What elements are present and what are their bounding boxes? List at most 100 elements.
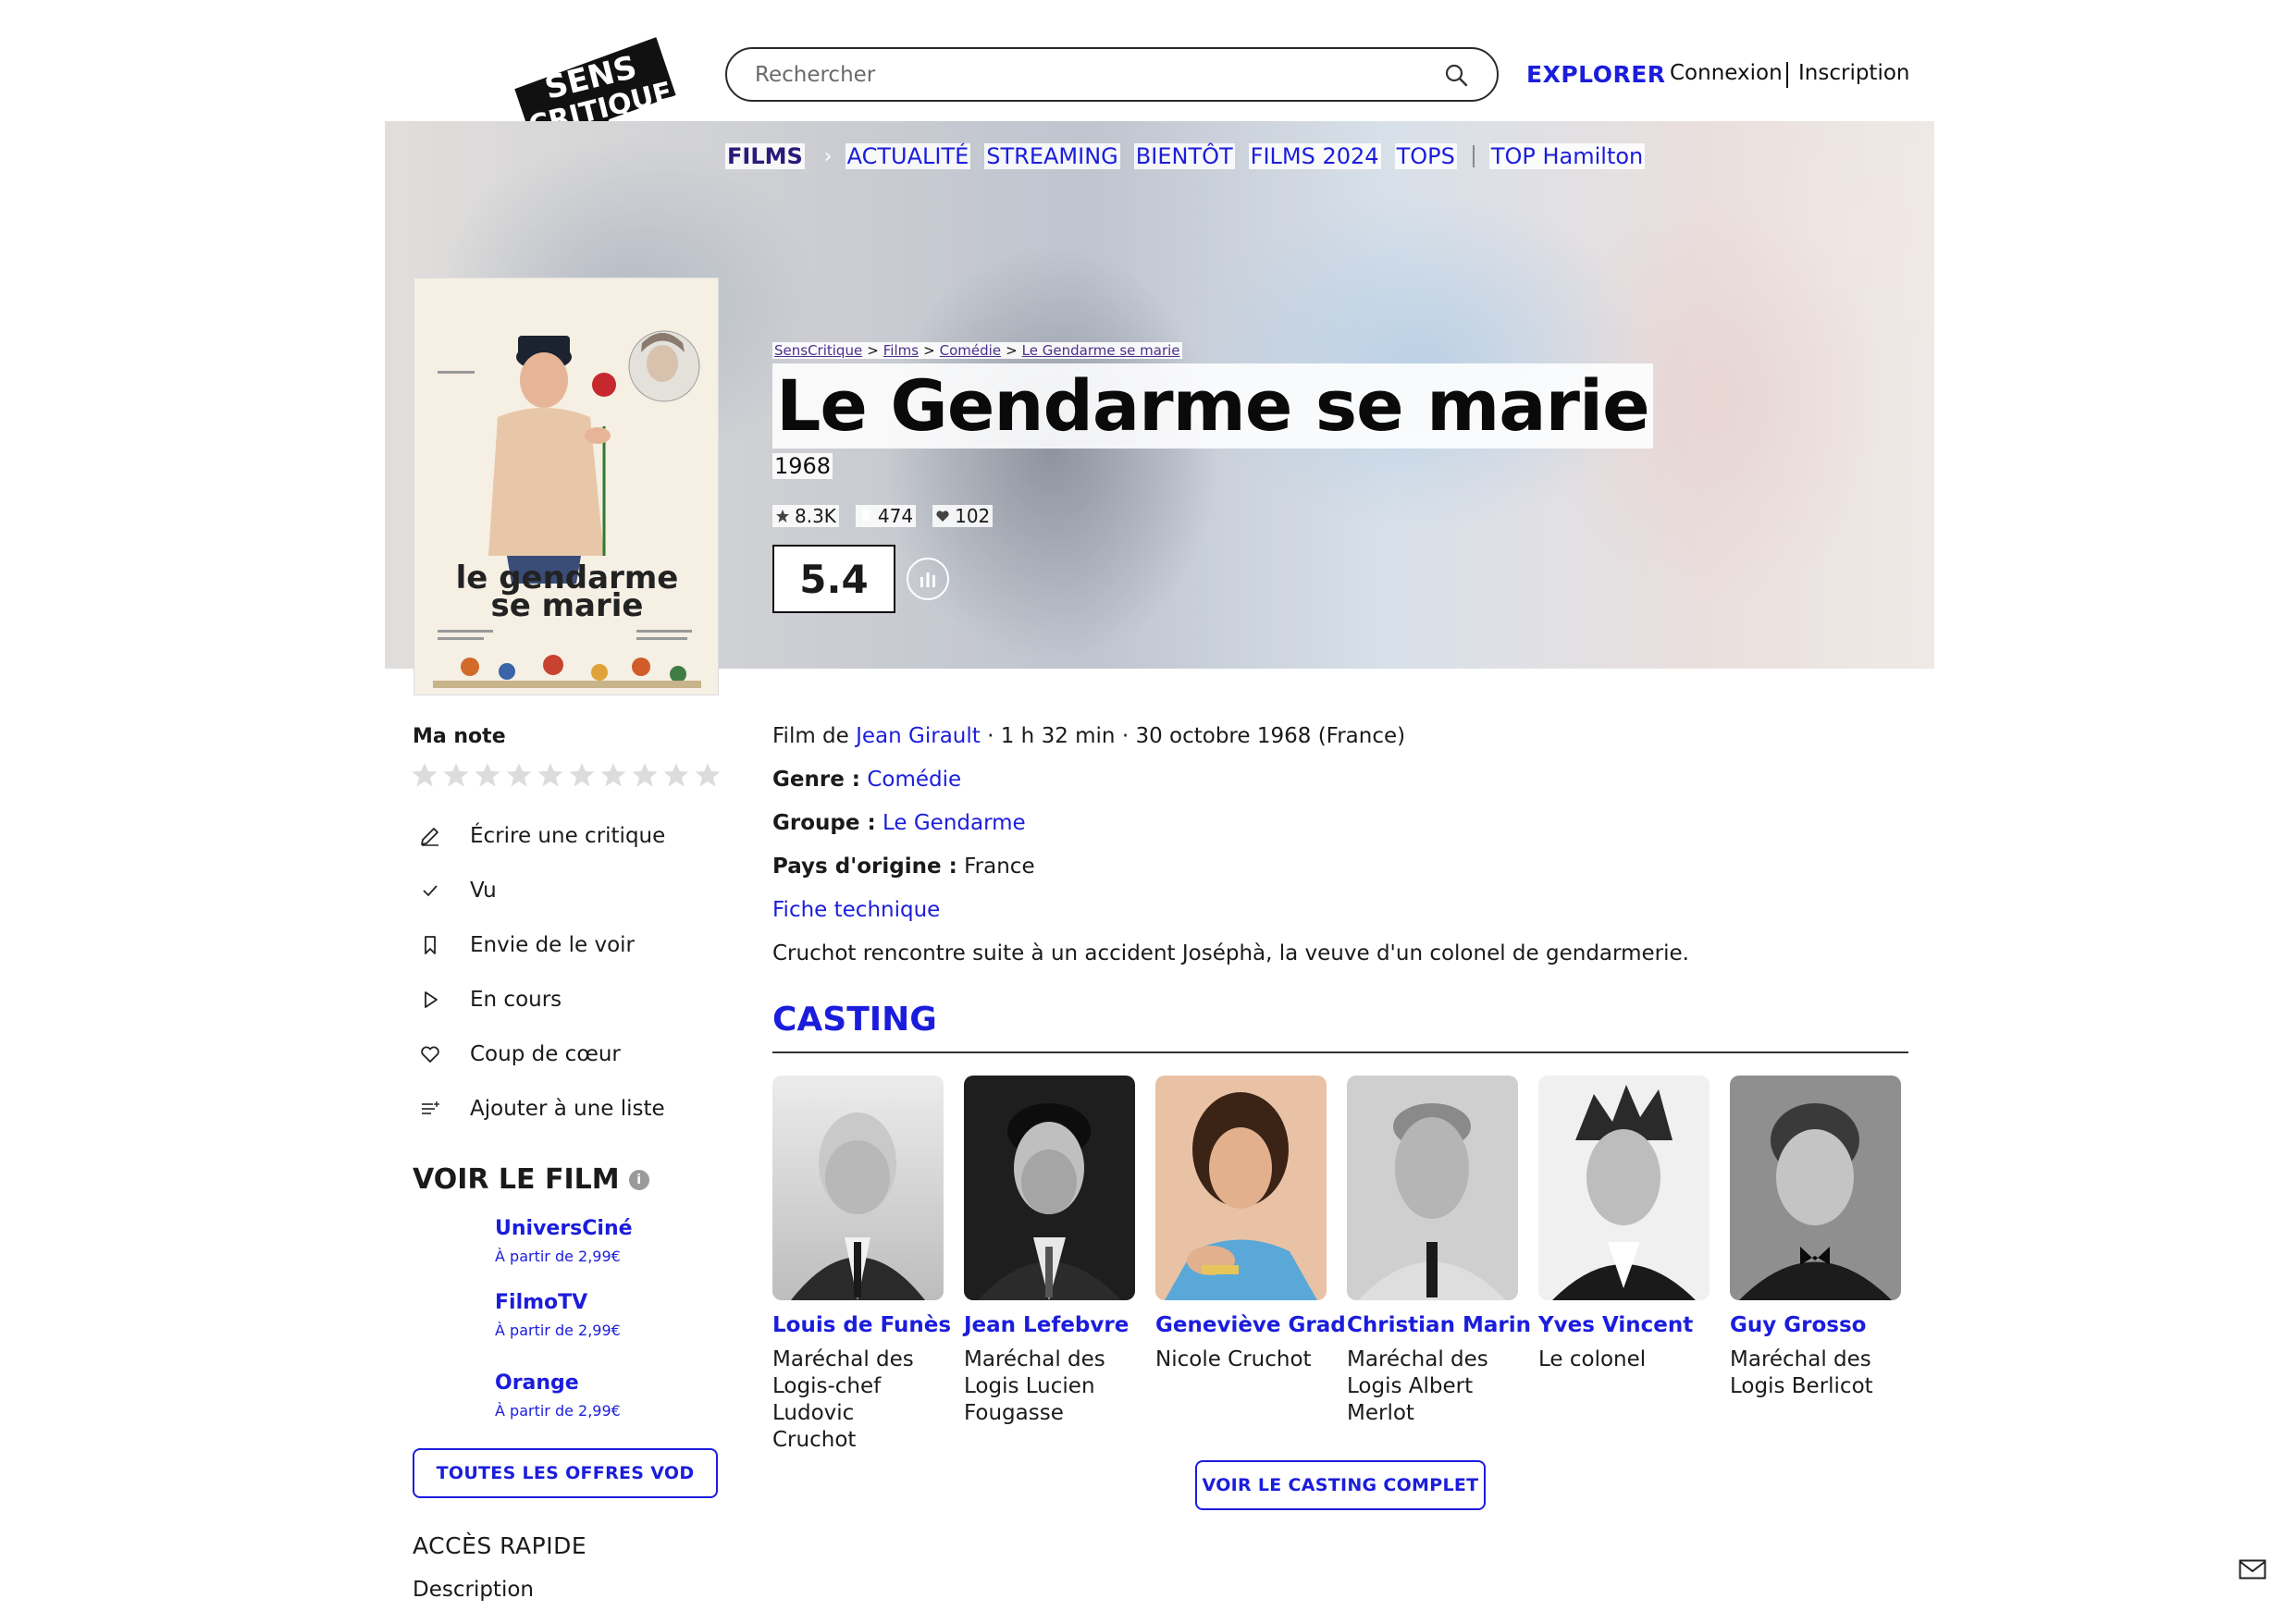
breadcrumb-senscritique[interactable]: SensCritique <box>772 342 865 359</box>
full-casting-button[interactable]: VOIR LE CASTING COMPLET <box>1195 1460 1486 1510</box>
genre-line: Genre : Comédie <box>772 768 961 792</box>
director-link[interactable]: Jean Girault <box>856 724 981 748</box>
rating-star-icon[interactable] <box>599 761 627 789</box>
stat-wishes: 474 <box>855 505 917 527</box>
connexion-link[interactable]: Connexion <box>1670 61 1783 85</box>
watch-film-heading: VOIR LE FILM i <box>413 1163 649 1196</box>
write-review-action[interactable]: Écrire une critique <box>418 824 665 848</box>
nav-bientot[interactable]: BIENTÔT <box>1133 143 1235 169</box>
nav-top-hamilton[interactable]: TOP Hamilton <box>1488 143 1646 169</box>
actor-role: Nicole Cruchot <box>1155 1347 1312 1371</box>
actor-card[interactable]: Louis de Funès Maréchal des Logis-chef L… <box>772 1076 951 1454</box>
breadcrumb-separator: > <box>920 342 938 359</box>
seen-action[interactable]: Vu <box>418 879 497 903</box>
rating-star-icon[interactable] <box>411 761 438 789</box>
actor-photo[interactable] <box>772 1076 944 1300</box>
mail-icon[interactable] <box>2239 1559 2266 1580</box>
search-input[interactable] <box>755 62 1443 87</box>
technical-sheet-link[interactable]: Fiche technique <box>772 898 940 922</box>
nav-streaming[interactable]: STREAMING <box>984 143 1120 169</box>
genre-label: Genre : <box>772 768 860 792</box>
actor-photo[interactable] <box>1347 1076 1518 1300</box>
actor-card[interactable]: Yves Vincent Le colonel <box>1538 1076 1710 1373</box>
film-de-label: Film de <box>772 724 849 748</box>
wishes-count: 474 <box>877 505 914 527</box>
breadcrumb-separator: > <box>1003 342 1020 359</box>
rating-star-icon[interactable] <box>694 761 722 789</box>
in-progress-label: En cours <box>470 988 562 1012</box>
country-label: Pays d'origine : <box>772 855 957 879</box>
nav-tops[interactable]: TOPS <box>1394 143 1457 169</box>
rating-star-icon[interactable] <box>505 761 533 789</box>
actor-photo[interactable] <box>1155 1076 1327 1300</box>
poster-title-line-2: se marie <box>491 587 644 624</box>
country-value: France <box>964 855 1035 879</box>
breadcrumb-films[interactable]: Films <box>881 342 921 359</box>
all-vod-offers-button[interactable]: TOUTES LES OFFRES VOD <box>413 1448 718 1498</box>
actor-role: Maréchal des Logis Albert Merlot <box>1347 1347 1488 1425</box>
rating-distribution-button[interactable] <box>907 558 949 600</box>
actor-photo[interactable] <box>1730 1076 1901 1300</box>
actor-card[interactable]: Jean Lefebvre Maréchal des Logis Lucien … <box>964 1076 1135 1427</box>
nav-divider <box>1472 145 1475 167</box>
pencil-icon <box>421 828 438 846</box>
breadcrumb-separator: > <box>864 342 882 359</box>
actor-name[interactable]: Geneviève Grad <box>1155 1313 1346 1337</box>
favorites-count: 102 <box>955 505 991 527</box>
actor-card[interactable]: Geneviève Grad Nicole Cruchot <box>1155 1076 1346 1373</box>
in-progress-action[interactable]: En cours <box>418 988 562 1012</box>
films-nav: FILMS › ACTUALITÉ STREAMING BIENTÔT FILM… <box>725 143 1659 169</box>
actor-name[interactable]: Christian Marin <box>1347 1313 1531 1337</box>
favorite-action[interactable]: Coup de cœur <box>418 1042 621 1066</box>
actor-card[interactable]: Guy Grosso Maréchal des Logis Berlicot <box>1730 1076 1901 1400</box>
nav-actualite[interactable]: ACTUALITÉ <box>845 143 971 169</box>
rating-star-icon[interactable] <box>631 761 659 789</box>
actor-role: Maréchal des Logis-chef Ludovic Cruchot <box>772 1347 914 1452</box>
quick-access-heading: ACCÈS RAPIDE <box>413 1532 587 1559</box>
rating-star-icon[interactable] <box>537 761 564 789</box>
casting-divider <box>772 1051 1908 1053</box>
country-line: Pays d'origine : France <box>772 855 1035 879</box>
vod-orange-price: À partir de 2,99€ <box>495 1402 621 1420</box>
search-bar[interactable] <box>725 47 1499 102</box>
bar-chart-icon <box>920 572 935 587</box>
rating-star-icon[interactable] <box>662 761 690 789</box>
nav-films-2024[interactable]: FILMS 2024 <box>1248 143 1381 169</box>
breadcrumb-current[interactable]: Le Gendarme se marie <box>1019 342 1182 359</box>
movie-stats: 8.3K 474 102 <box>772 505 994 527</box>
info-icon[interactable]: i <box>628 1169 649 1190</box>
vod-orange[interactable]: Orange <box>495 1371 579 1395</box>
rating-star-icon[interactable] <box>568 761 596 789</box>
movie-poster[interactable]: le gendarme se marie <box>414 277 719 695</box>
heart-icon <box>936 510 949 522</box>
breadcrumb-comedie[interactable]: Comédie <box>937 342 1004 359</box>
ratings-count: 8.3K <box>795 505 836 527</box>
actor-photo[interactable] <box>964 1076 1135 1300</box>
synopsis: Cruchot rencontre suite à un accident Jo… <box>772 941 1689 965</box>
explorer-link[interactable]: EXPLORER <box>1526 61 1666 88</box>
group-link[interactable]: Le Gendarme <box>883 811 1026 835</box>
actor-card[interactable]: Christian Marin Maréchal des Logis Alber… <box>1347 1076 1531 1427</box>
description-link[interactable]: Description <box>413 1578 534 1602</box>
add-to-list-action[interactable]: Ajouter à une liste <box>418 1097 665 1121</box>
nav-films[interactable]: FILMS <box>725 143 805 169</box>
search-icon[interactable] <box>1443 62 1469 88</box>
actor-name[interactable]: Yves Vincent <box>1538 1313 1710 1337</box>
rating-star-icon[interactable] <box>474 761 501 789</box>
actor-photo[interactable] <box>1538 1076 1710 1300</box>
vod-universcine[interactable]: UniversCiné <box>495 1217 633 1240</box>
stat-ratings: 8.3K <box>772 505 839 527</box>
actor-name[interactable]: Guy Grosso <box>1730 1313 1901 1337</box>
play-icon <box>425 991 438 1008</box>
chevron-right-icon: › <box>823 144 833 168</box>
favorite-label: Coup de cœur <box>470 1042 621 1066</box>
actor-name[interactable]: Jean Lefebvre <box>964 1313 1135 1337</box>
genre-link[interactable]: Comédie <box>867 768 961 792</box>
breadcrumb: SensCritique > Films > Comédie > Le Gend… <box>772 342 1182 359</box>
actor-name[interactable]: Louis de Funès <box>772 1313 951 1337</box>
vod-filmotv[interactable]: FilmoTV <box>495 1291 587 1314</box>
rating-star-icon[interactable] <box>442 761 470 789</box>
want-to-see-action[interactable]: Envie de le voir <box>418 933 635 957</box>
inscription-link[interactable]: Inscription <box>1798 61 1910 85</box>
stat-favorites: 102 <box>932 505 994 527</box>
